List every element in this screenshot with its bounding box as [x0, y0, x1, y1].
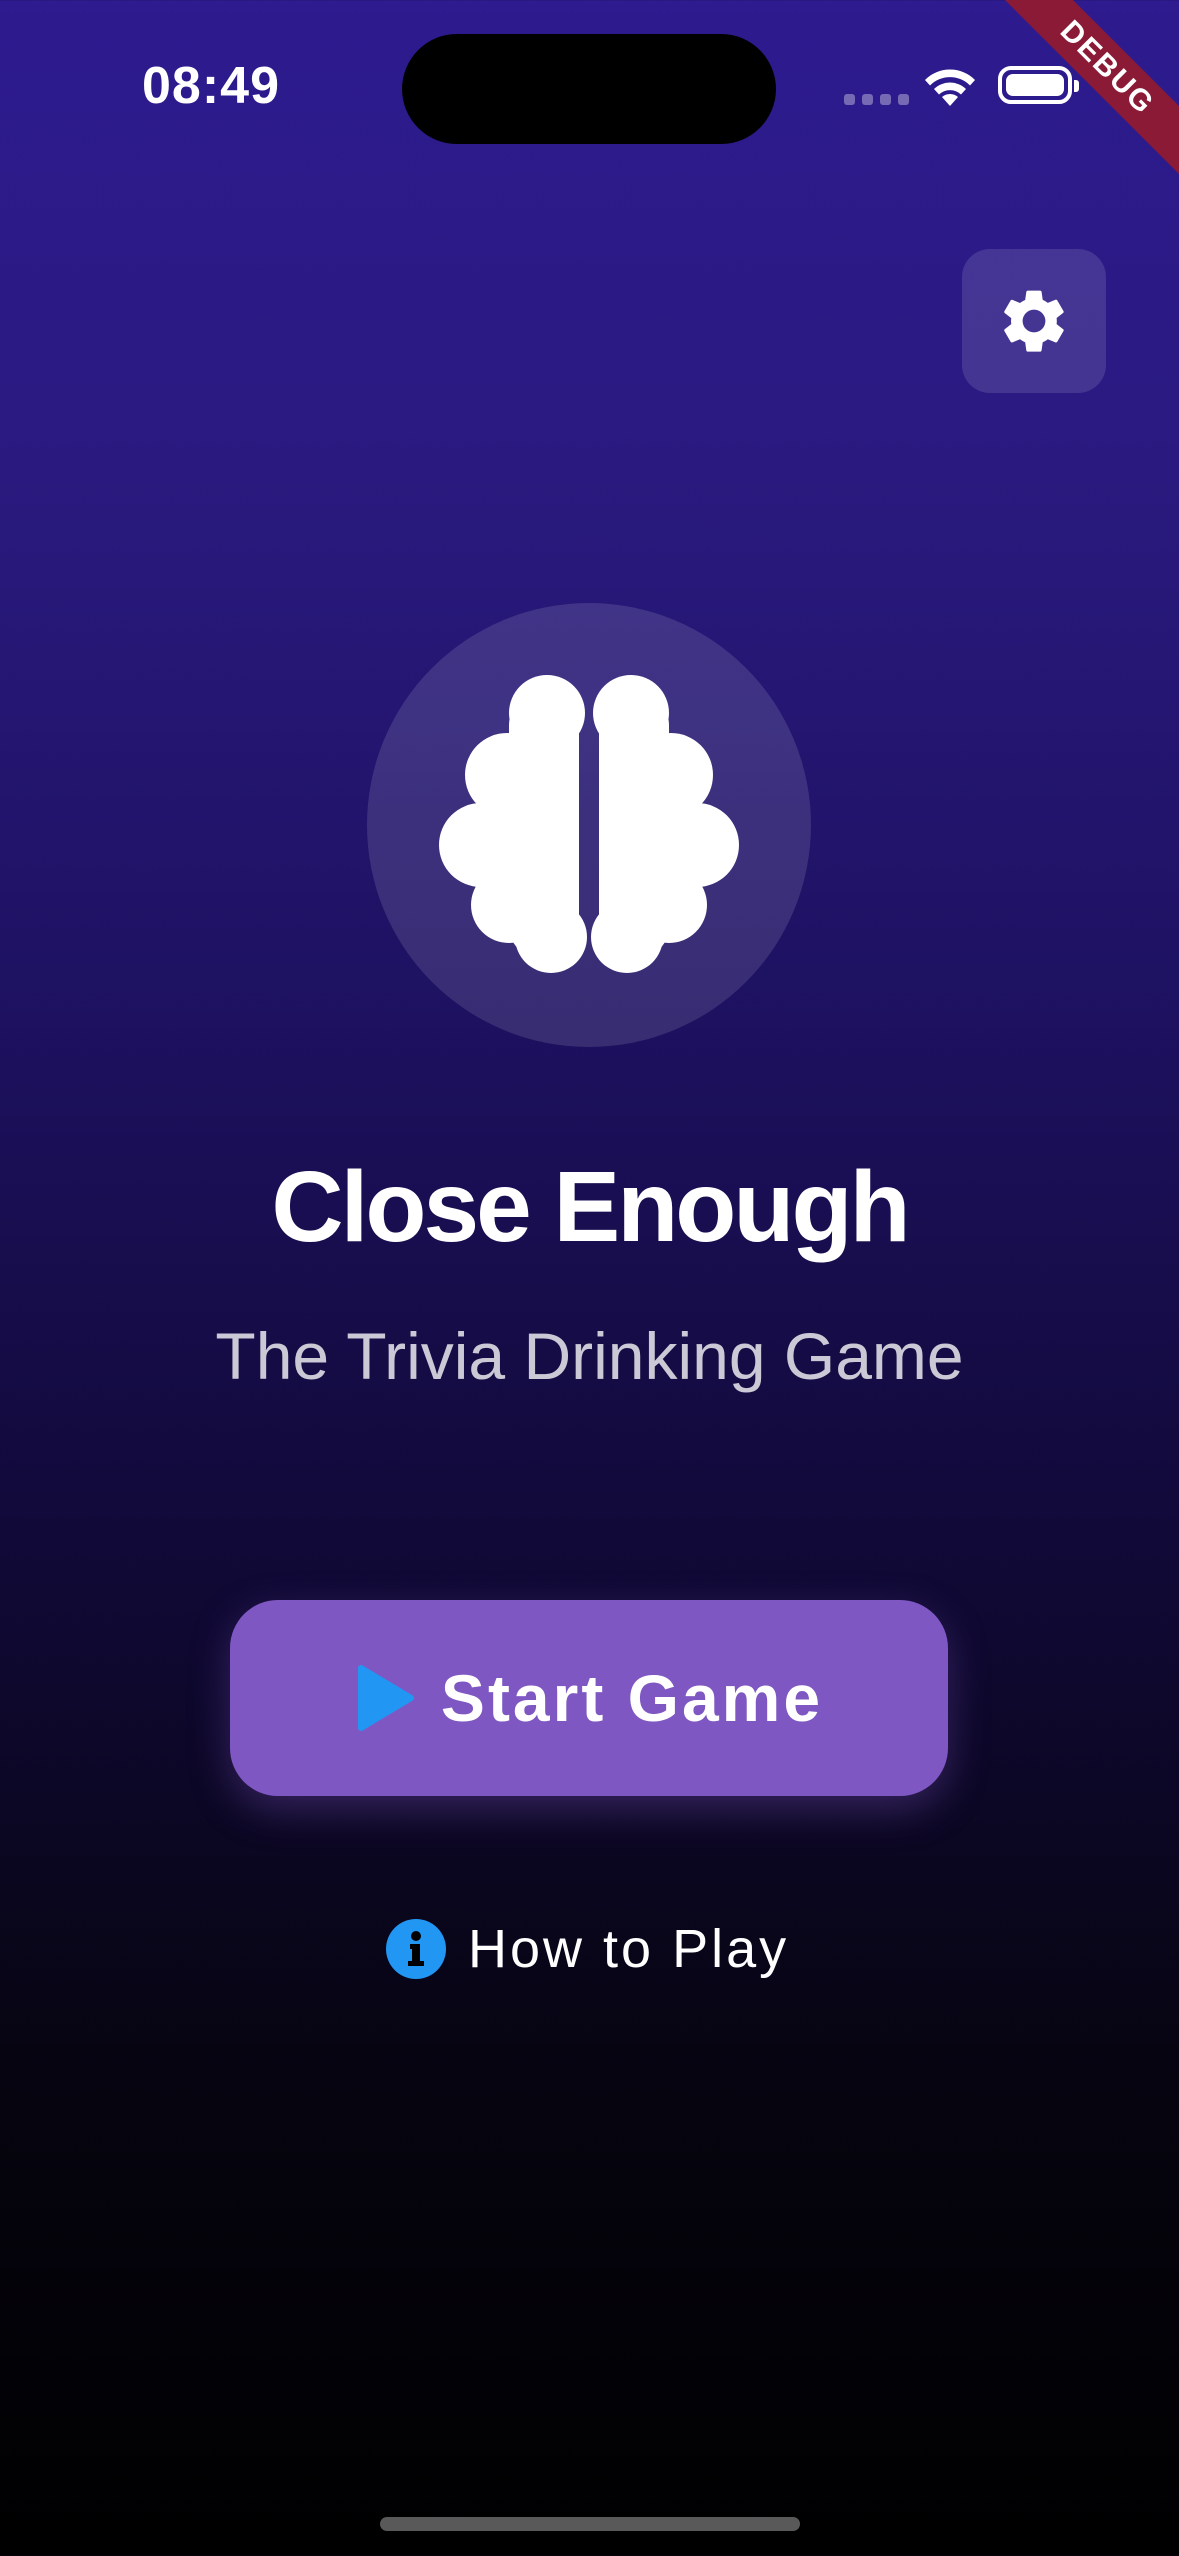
start-game-button[interactable]: Start Game	[230, 1600, 948, 1796]
battery-icon	[998, 66, 1079, 104]
settings-button[interactable]	[962, 249, 1106, 393]
gear-icon	[1004, 290, 1064, 352]
wifi-icon	[925, 69, 975, 106]
info-icon	[386, 1919, 446, 1979]
logo-badge	[367, 603, 811, 1047]
how-to-play-button[interactable]: How to Play	[386, 1918, 789, 1980]
cellular-signal-icon	[844, 94, 909, 105]
play-icon	[357, 1665, 414, 1731]
app-subtitle: The Trivia Drinking Game	[215, 1319, 964, 1393]
how-to-play-label: How to Play	[468, 1919, 790, 1979]
app-title: Close Enough	[271, 1151, 910, 1263]
home-indicator[interactable]	[380, 2517, 800, 2531]
start-game-label: Start Game	[440, 1661, 824, 1735]
status-time: 08:49	[142, 57, 280, 115]
dynamic-island	[402, 34, 776, 144]
brain-icon	[439, 675, 739, 973]
